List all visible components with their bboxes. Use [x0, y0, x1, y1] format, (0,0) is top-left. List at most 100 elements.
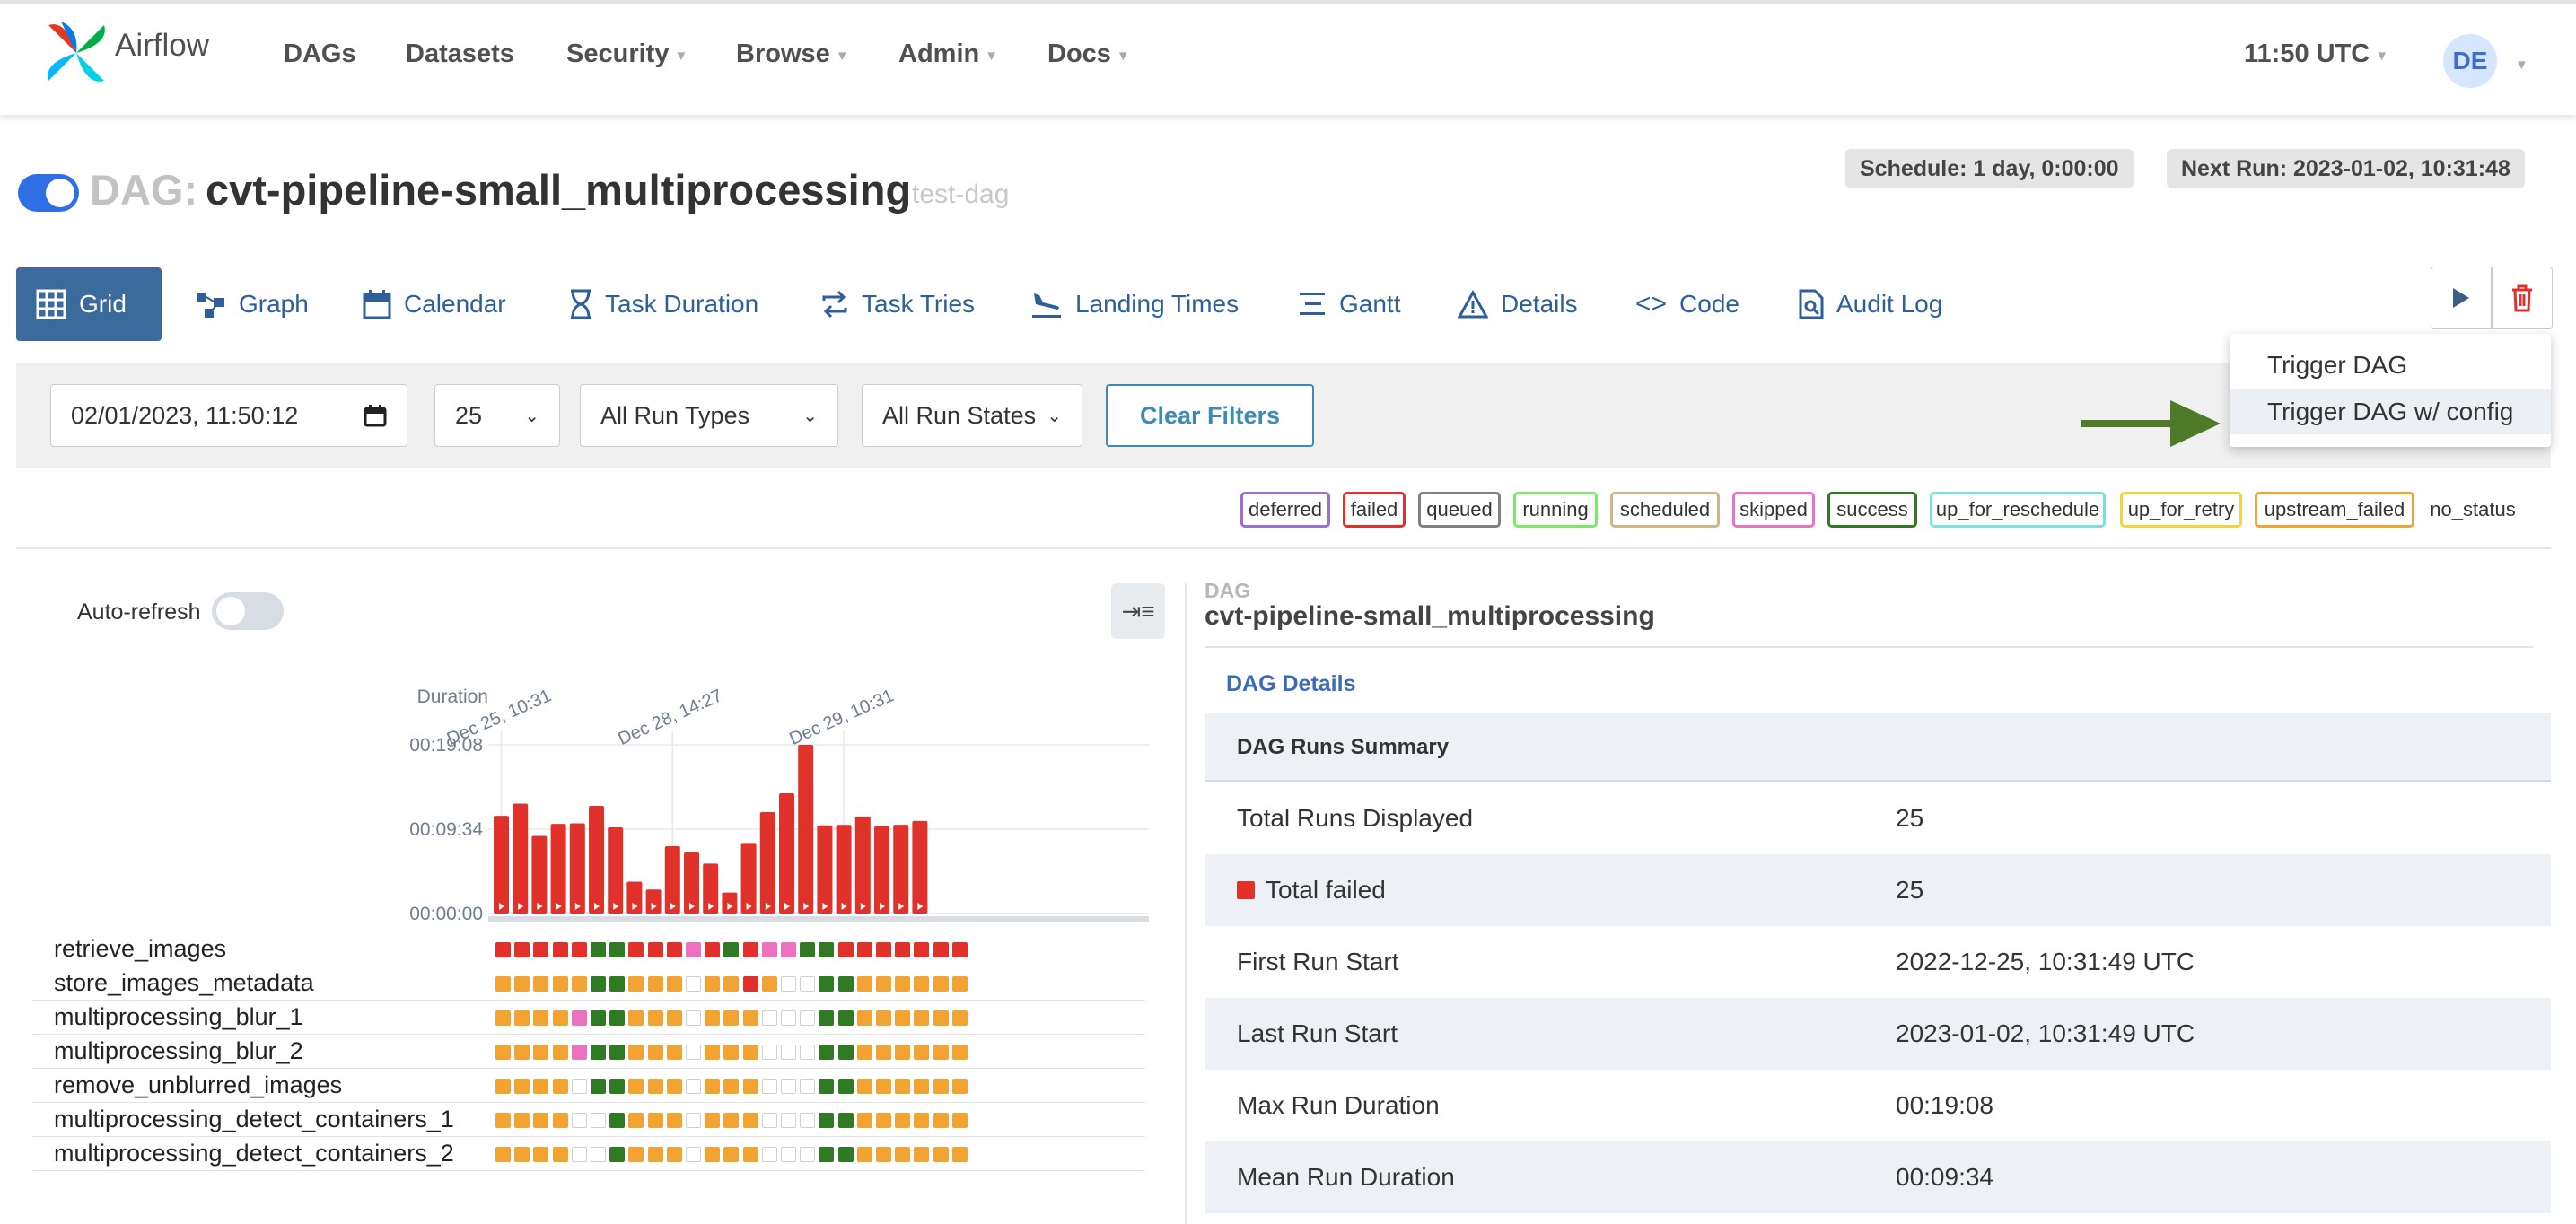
task-instance-cell[interactable] — [514, 1079, 530, 1094]
task-instance-cell[interactable] — [914, 1147, 930, 1162]
task-instance-cell[interactable] — [591, 1113, 606, 1128]
task-instance-cell[interactable] — [533, 1147, 549, 1162]
task-instance-cell[interactable] — [761, 1045, 777, 1060]
task-instance-cell[interactable] — [933, 1010, 949, 1026]
task-instance-cell[interactable] — [895, 1147, 911, 1162]
task-instance-cell[interactable] — [705, 976, 721, 992]
dag-details-link[interactable]: DAG Details — [1226, 671, 1355, 697]
task-instance-cell[interactable] — [800, 1045, 816, 1060]
task-instance-cell[interactable] — [761, 942, 777, 957]
task-instance-cell[interactable] — [705, 1113, 721, 1128]
task-instance-cell[interactable] — [837, 976, 854, 992]
tab-gantt[interactable]: Gantt — [1278, 267, 1420, 341]
task-name-retrieve-images[interactable]: retrieve_images — [54, 935, 226, 963]
task-instance-cell[interactable] — [723, 976, 740, 992]
task-instance-cell[interactable] — [591, 1045, 606, 1060]
task-instance-cell[interactable] — [837, 1045, 854, 1060]
task-instance-cell[interactable] — [837, 1113, 854, 1128]
task-instance-cell[interactable] — [723, 1045, 740, 1060]
nav-admin[interactable]: Admin ▼ — [898, 39, 998, 69]
task-instance-cell[interactable] — [495, 976, 511, 992]
task-instance-cell[interactable] — [571, 1045, 587, 1060]
task-instance-cell[interactable] — [723, 1113, 740, 1128]
task-instance-cell[interactable] — [742, 1147, 758, 1162]
task-instance-cell[interactable] — [609, 1010, 626, 1026]
task-instance-cell[interactable] — [933, 976, 949, 992]
task-instance-cell[interactable] — [819, 1045, 835, 1060]
task-instance-cell[interactable] — [819, 1010, 835, 1026]
task-instance-cell[interactable] — [800, 1010, 816, 1026]
task-instance-cell[interactable] — [933, 1045, 949, 1060]
task-instance-cell[interactable] — [837, 1010, 854, 1026]
task-instance-cell[interactable] — [837, 1079, 854, 1094]
task-instance-cell[interactable] — [591, 1147, 606, 1162]
task-instance-cell[interactable] — [552, 942, 568, 957]
airflow-logo[interactable]: Airflow — [43, 20, 209, 86]
task-instance-cell[interactable] — [514, 942, 530, 957]
task-instance-cell[interactable] — [819, 1113, 835, 1128]
clear-filters-button[interactable]: Clear Filters — [1106, 384, 1314, 447]
task-instance-cell[interactable] — [495, 1147, 511, 1162]
task-instance-cell[interactable] — [781, 1079, 796, 1094]
task-instance-cell[interactable] — [647, 1010, 663, 1026]
task-instance-cell[interactable] — [628, 1045, 644, 1060]
task-instance-cell[interactable] — [876, 1147, 891, 1162]
task-instance-cell[interactable] — [876, 976, 891, 992]
task-instance-cell[interactable] — [723, 1147, 740, 1162]
task-instance-cell[interactable] — [628, 1147, 644, 1162]
task-instance-cell[interactable] — [705, 1045, 721, 1060]
task-name-remove-unblurred-images[interactable]: remove_unblurred_images — [54, 1071, 342, 1099]
task-instance-cell[interactable] — [819, 942, 835, 957]
task-instance-cell[interactable] — [856, 1045, 872, 1060]
task-instance-cell[interactable] — [552, 1079, 568, 1094]
task-instance-cell[interactable] — [628, 1010, 644, 1026]
task-instance-cell[interactable] — [686, 1113, 701, 1128]
task-instance-cell[interactable] — [876, 1113, 891, 1128]
panel-divider[interactable] — [1185, 583, 1187, 1224]
tab-calendar[interactable]: Calendar — [343, 267, 526, 341]
task-instance-cell[interactable] — [552, 976, 568, 992]
tab-task-tries[interactable]: Task Tries — [801, 267, 994, 341]
task-instance-cell[interactable] — [609, 1079, 626, 1094]
caret-down-icon[interactable]: ▼ — [2515, 57, 2528, 73]
task-instance-cell[interactable] — [761, 1113, 777, 1128]
task-instance-cell[interactable] — [761, 1010, 777, 1026]
task-instance-cell[interactable] — [837, 942, 854, 957]
calendar-icon[interactable] — [364, 404, 387, 427]
task-instance-cell[interactable] — [591, 976, 606, 992]
task-instance-cell[interactable] — [781, 942, 796, 957]
task-instance-cell[interactable] — [571, 1113, 587, 1128]
task-instance-cell[interactable] — [705, 1079, 721, 1094]
task-instance-cell[interactable] — [800, 1113, 816, 1128]
task-instance-cell[interactable] — [742, 976, 758, 992]
task-instance-cell[interactable] — [781, 1010, 796, 1026]
task-instance-cell[interactable] — [686, 1147, 701, 1162]
task-instance-cell[interactable] — [761, 976, 777, 992]
task-instance-cell[interactable] — [914, 1010, 930, 1026]
nav-dags[interactable]: DAGs — [284, 39, 356, 69]
task-name-multiprocessing-detect-containers-1[interactable]: multiprocessing_detect_containers_1 — [54, 1106, 454, 1133]
task-instance-cell[interactable] — [723, 1010, 740, 1026]
task-instance-cell[interactable] — [856, 1010, 872, 1026]
tab-audit-log[interactable]: Audit Log — [1779, 267, 1962, 341]
task-instance-cell[interactable] — [876, 942, 891, 957]
task-instance-cell[interactable] — [933, 1113, 949, 1128]
task-instance-cell[interactable] — [628, 942, 644, 957]
auto-refresh-toggle[interactable] — [212, 592, 284, 630]
task-instance-cell[interactable] — [933, 942, 949, 957]
task-instance-cell[interactable] — [819, 976, 835, 992]
task-instance-cell[interactable] — [647, 1147, 663, 1162]
task-instance-cell[interactable] — [819, 1079, 835, 1094]
task-instance-cell[interactable] — [552, 1045, 568, 1060]
task-name-store-images-metadata[interactable]: store_images_metadata — [54, 969, 314, 997]
task-instance-cell[interactable] — [647, 1045, 663, 1060]
collapse-details-button[interactable]: ⇥≡ — [1111, 583, 1165, 639]
task-instance-cell[interactable] — [876, 1045, 891, 1060]
task-instance-cell[interactable] — [552, 1113, 568, 1128]
trigger-dag-button[interactable] — [2431, 267, 2492, 329]
run-state-select[interactable]: All Run States ⌄ — [862, 384, 1082, 447]
task-instance-cell[interactable] — [666, 1010, 682, 1026]
task-instance-cell[interactable] — [856, 942, 872, 957]
task-instance-cell[interactable] — [495, 1113, 511, 1128]
task-instance-cell[interactable] — [609, 976, 626, 992]
